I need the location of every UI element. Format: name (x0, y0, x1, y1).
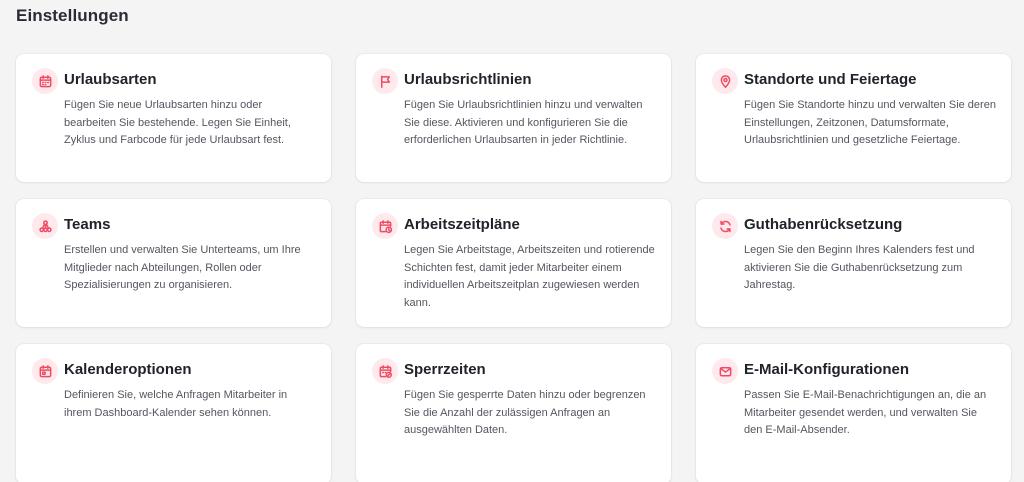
settings-card-standorte-und-feiertage[interactable]: Standorte und Feiertage Fügen Sie Stando… (696, 54, 1011, 182)
settings-page: Einstellungen Urlaubsarten Fügen Sie neu… (0, 0, 1024, 482)
card-description: Fügen Sie gesperrte Daten hinzu oder beg… (404, 389, 646, 436)
calendar-day-icon (32, 358, 58, 384)
refresh-icon (712, 213, 738, 239)
card-description: Erstellen und verwalten Sie Unterteams, … (64, 244, 301, 291)
card-description: Definieren Sie, welche Anfragen Mitarbei… (64, 389, 288, 419)
card-title: E-Mail-Konfigurationen (744, 361, 909, 378)
card-description: Fügen Sie Standorte hinzu und verwalten … (744, 99, 996, 146)
card-title: Arbeitszeitpläne (404, 216, 520, 233)
calendar-icon (32, 68, 58, 94)
flag-icon (372, 68, 398, 94)
page-title: Einstellungen (16, 6, 129, 25)
card-title: Urlaubsrichtlinien (404, 71, 532, 88)
settings-card-urlaubsarten[interactable]: Urlaubsarten Fügen Sie neue Urlaubsarten… (16, 54, 331, 182)
settings-card-urlaubsrichtlinien[interactable]: Urlaubsrichtlinien Fügen Sie Urlaubsrich… (356, 54, 671, 182)
card-description: Fügen Sie Urlaubsrichtlinien hinzu und v… (404, 99, 643, 146)
settings-card-guthabenruecksetzung[interactable]: Guthabenrücksetzung Legen Sie den Beginn… (696, 199, 1011, 327)
location-pin-icon (712, 68, 738, 94)
settings-card-email-konfigurationen[interactable]: E-Mail-Konfigurationen Passen Sie E-Mail… (696, 344, 1011, 482)
card-title: Kalenderoptionen (64, 361, 192, 378)
calendar-clock-icon (372, 213, 398, 239)
team-hierarchy-icon (32, 213, 58, 239)
card-title: Guthabenrücksetzung (744, 216, 903, 233)
card-title: Teams (64, 216, 111, 233)
card-description: Fügen Sie neue Urlaubsarten hinzu oder b… (64, 99, 291, 146)
calendar-blocked-icon (372, 358, 398, 384)
card-description: Legen Sie den Beginn Ihres Kalenders fes… (744, 244, 975, 291)
settings-card-grid: Urlaubsarten Fügen Sie neue Urlaubsarten… (16, 54, 1024, 482)
settings-card-sperrzeiten[interactable]: Sperrzeiten Fügen Sie gesperrte Daten hi… (356, 344, 671, 482)
card-description: Legen Sie Arbeitstage, Arbeitszeiten und… (404, 244, 655, 309)
settings-card-teams[interactable]: Teams Erstellen und verwalten Sie Untert… (16, 199, 331, 327)
card-description: Passen Sie E-Mail-Benachrichtigungen an,… (744, 389, 987, 436)
card-title: Standorte und Feiertage (744, 71, 917, 88)
settings-card-arbeitszeitplaene[interactable]: Arbeitszeitpläne Legen Sie Arbeitstage, … (356, 199, 671, 327)
card-title: Sperrzeiten (404, 361, 486, 378)
card-title: Urlaubsarten (64, 71, 157, 88)
email-icon (712, 358, 738, 384)
settings-card-kalenderoptionen[interactable]: Kalenderoptionen Definieren Sie, welche … (16, 344, 331, 482)
